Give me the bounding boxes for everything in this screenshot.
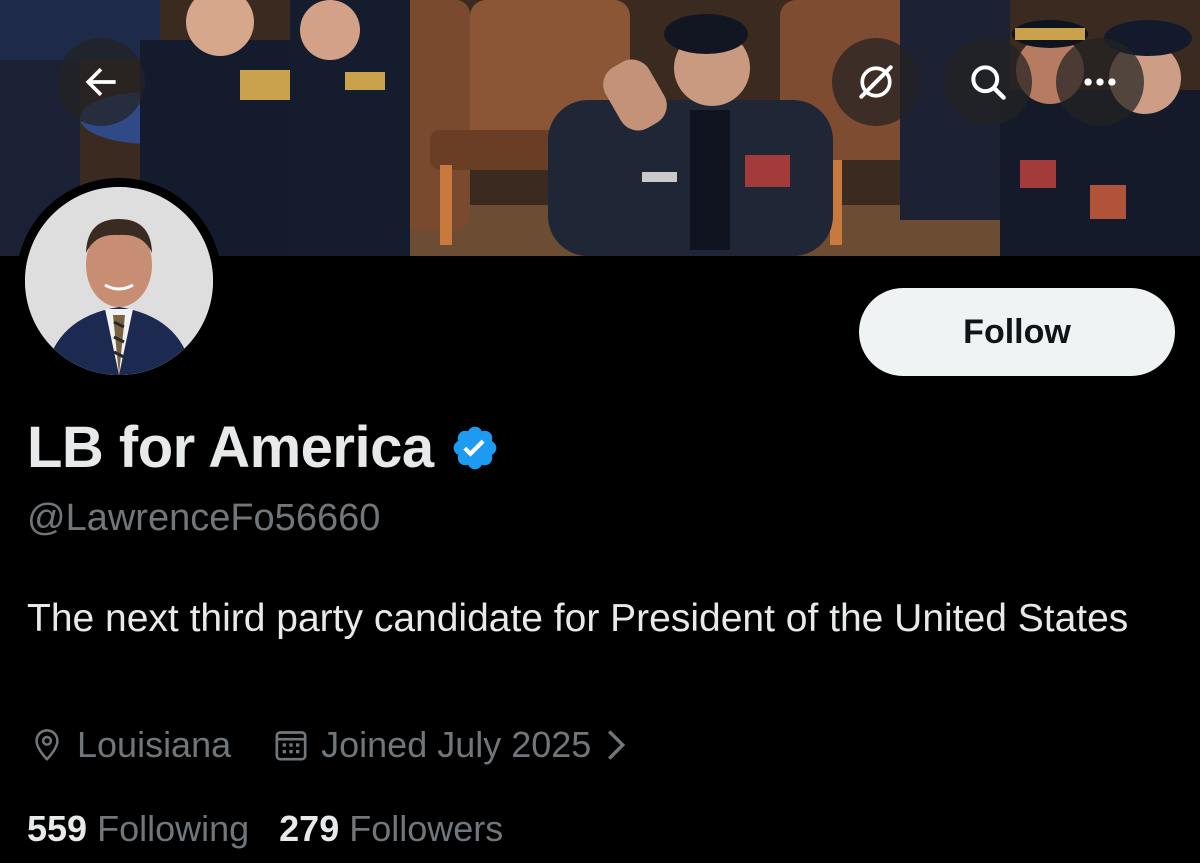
following-count: 559 (27, 808, 88, 849)
followers-count: 279 (279, 808, 340, 849)
location-text: Louisiana (77, 724, 232, 765)
location: Louisiana (27, 724, 231, 766)
handle: @LawrenceFo56660 (27, 497, 381, 539)
joined-text: Joined July 2025 (321, 724, 592, 765)
followers-stat[interactable]: 279 Followers (279, 808, 503, 850)
joined-date[interactable]: Joined July 2025 (271, 724, 637, 766)
calendar-icon (275, 731, 307, 761)
display-name-row: LB for America (27, 414, 500, 481)
following-stat[interactable]: 559 Following (27, 808, 249, 850)
chevron-right-icon (608, 730, 626, 760)
back-button[interactable] (57, 38, 145, 126)
bio: The next third party candidate for Presi… (27, 597, 1129, 640)
grok-icon (859, 65, 893, 99)
search-button[interactable] (944, 38, 1032, 126)
follow-button[interactable]: Follow (859, 288, 1175, 376)
verified-badge-icon[interactable] (450, 423, 500, 473)
grok-button[interactable] (832, 38, 920, 126)
search-icon (971, 65, 1006, 100)
following-label: Following (97, 808, 250, 849)
avatar-photo (25, 187, 213, 375)
display-name: LB for America (27, 415, 434, 480)
follow-stats: 559 Following 279 Followers (27, 808, 503, 850)
avatar[interactable] (16, 178, 222, 384)
profile-meta: Louisiana Joined July 2025 (27, 724, 637, 766)
more-options-button[interactable] (1056, 38, 1144, 126)
more-horizontal-icon (1084, 78, 1116, 86)
location-pin-icon (35, 729, 59, 761)
arrow-left-icon (85, 67, 116, 97)
followers-label: Followers (349, 808, 504, 849)
